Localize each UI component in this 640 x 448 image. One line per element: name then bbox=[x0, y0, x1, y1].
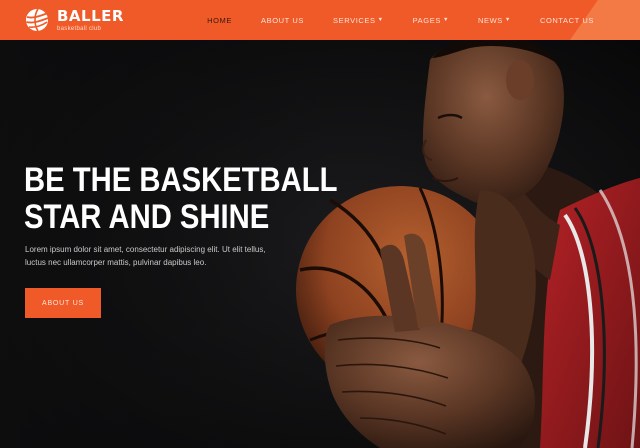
nav-item-about-us[interactable]: ABOUT US bbox=[261, 16, 304, 25]
site-header: BALLER basketball club HOME ABOUT US SER… bbox=[0, 0, 640, 40]
hero-title: BE THE BASKETBALL STAR AND SHINE bbox=[24, 161, 338, 236]
brand-tagline: basketball club bbox=[57, 25, 102, 32]
main-nav: HOME ABOUT US SERVICES ▼ PAGES ▼ NEWS ▼ … bbox=[207, 0, 594, 40]
nav-item-label: HOME bbox=[207, 15, 232, 25]
chevron-down-icon: ▼ bbox=[377, 17, 384, 23]
about-us-button[interactable]: ABOUT US bbox=[25, 288, 101, 318]
hero-title-line-2: STAR AND SHINE bbox=[24, 198, 270, 236]
chevron-down-icon: ▼ bbox=[442, 17, 449, 23]
nav-item-label: ABOUT US bbox=[260, 15, 304, 25]
nav-item-label: CONTACT US bbox=[539, 15, 594, 25]
hero-title-line-1: BE THE BASKETBALL bbox=[24, 161, 338, 199]
nav-item-news[interactable]: NEWS ▼ bbox=[478, 16, 511, 25]
hero-description: Lorem ipsum dolor sit amet, consectetur … bbox=[25, 245, 266, 267]
hero-section: BE THE BASKETBALL STAR AND SHINE Lorem i… bbox=[0, 40, 640, 448]
nav-item-services[interactable]: SERVICES ▼ bbox=[333, 16, 384, 25]
nav-item-label: NEWS bbox=[477, 15, 503, 25]
nav-item-pages[interactable]: PAGES ▼ bbox=[413, 16, 449, 25]
nav-item-label: SERVICES bbox=[333, 15, 376, 25]
nav-item-label: PAGES bbox=[412, 15, 441, 25]
nav-item-contact-us[interactable]: CONTACT US bbox=[540, 16, 594, 25]
about-us-button-label: ABOUT US bbox=[41, 299, 85, 307]
nav-item-home[interactable]: HOME bbox=[207, 16, 232, 25]
site-logo[interactable]: BALLER basketball club bbox=[24, 7, 124, 33]
chevron-down-icon: ▼ bbox=[504, 17, 511, 23]
basketball-logo-icon bbox=[26, 8, 49, 32]
brand-name: BALLER bbox=[57, 6, 124, 25]
